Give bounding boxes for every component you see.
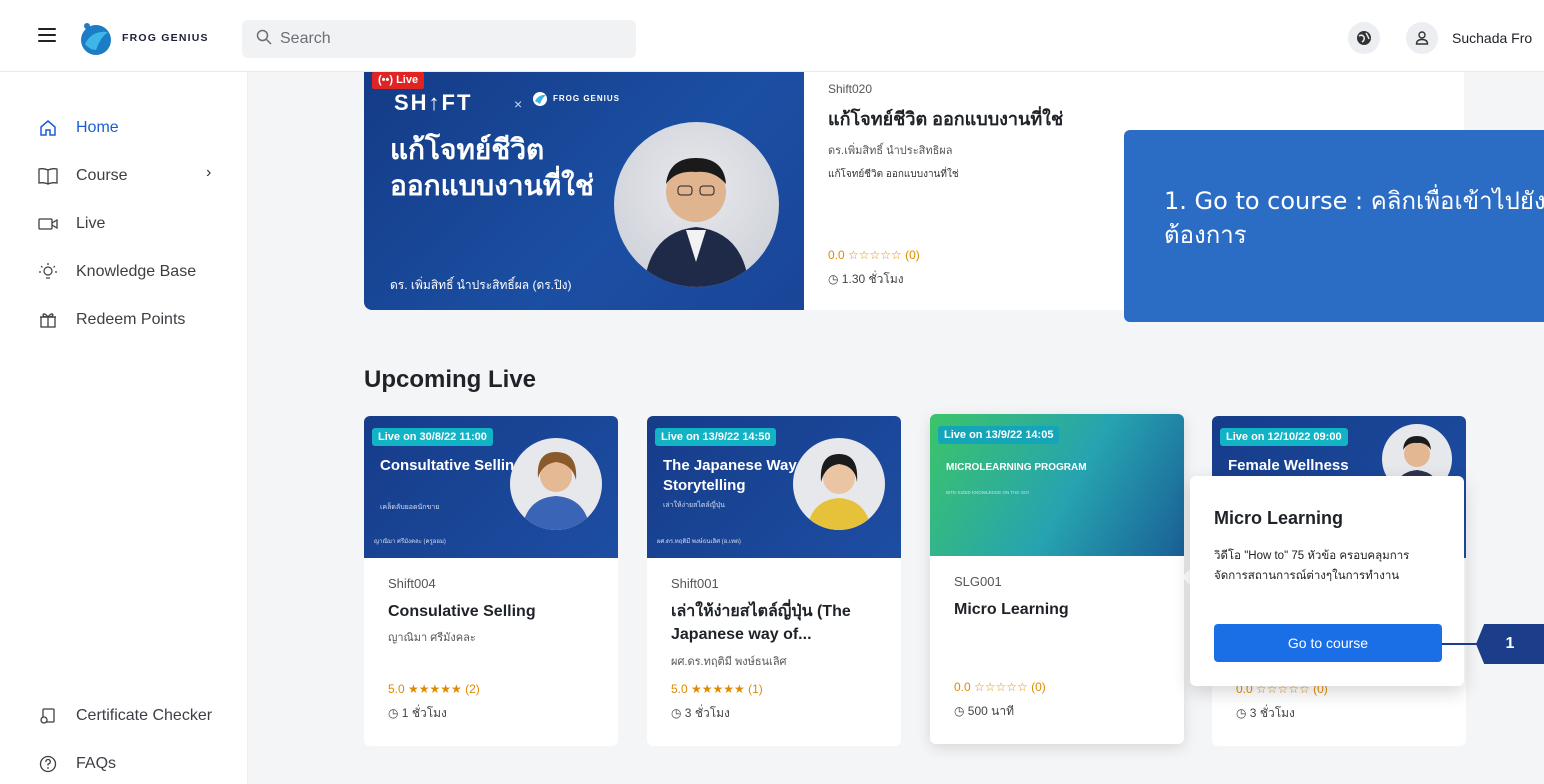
logo[interactable]: FROG GENIUS [78, 20, 209, 56]
step-badge: 1 [1476, 624, 1544, 664]
language-button[interactable] [1348, 22, 1380, 54]
user-icon [1415, 31, 1429, 45]
menu-icon[interactable] [38, 28, 56, 42]
course-duration: ◷ 1 ชั่วโมง [388, 706, 447, 720]
speaker-photo [614, 122, 779, 287]
book-icon [38, 166, 58, 186]
course-duration: ◷ 3 ชั่วโมง [1236, 706, 1295, 720]
card-banner: Live on 30/8/22 11:00 Consultative Selli… [364, 416, 618, 558]
search-placeholder: Search [280, 30, 331, 47]
user-name[interactable]: Suchada Fro [1452, 30, 1532, 46]
brand-name: FROG GENIUS [122, 32, 209, 44]
course-rating: 0.0 ☆☆☆☆☆ (0) [828, 248, 920, 262]
sidebar-item-certificate-checker[interactable]: Certificate Checker [38, 706, 212, 726]
sidebar-item-label: Course [76, 167, 128, 184]
globe-icon [1357, 31, 1371, 45]
sidebar-item-label: Redeem Points [76, 311, 186, 328]
live-course-card[interactable]: Live on 13/9/22 14:50 The Japanese Way o… [647, 416, 901, 746]
certificate-icon [38, 706, 58, 726]
live-date-badge: Live on 13/9/22 14:05 [938, 426, 1060, 444]
top-bar: FROG GENIUS Search Suchada Fro [0, 0, 1544, 72]
featured-details: Shift020 แก้โจทย์ชีวิต ออกแบบงานที่ใช่ ด… [828, 82, 1063, 182]
live-course-card[interactable]: Live on 13/9/22 14:05 MICROLEARNING PROG… [930, 414, 1184, 744]
live-date-badge: Live on 13/9/22 14:50 [655, 428, 777, 446]
popover-title: Micro Learning [1214, 508, 1344, 528]
banner-speaker-name: ผศ.ดร.ทฤติมี พงษ์ธนเลิศ (อ.เทต) [657, 539, 741, 545]
featured-banner: (••) Live SH↑FT × FROG GENIUS แก้โจทย์ชี… [364, 72, 804, 310]
search-icon [256, 29, 272, 50]
course-duration: ◷ 3 ชั่วโมง [671, 706, 730, 720]
banner-subtitle: BITE-SIZED KNOWLEDGE ON THE GO! [946, 490, 1029, 495]
sidebar-item-label: Home [76, 119, 119, 136]
gift-icon [38, 310, 58, 330]
banner-separator: × [514, 96, 523, 112]
course-author: ญาณิมา ศรีมังคละ [388, 632, 476, 644]
live-course-card[interactable]: Live on 30/8/22 11:00 Consultative Selli… [364, 416, 618, 746]
course-title: Consulative Selling [388, 603, 536, 620]
course-title: Micro Learning [954, 601, 1069, 618]
banner-speaker-name: ดร. เพิ่มสิทธิ์ นำประสิทธิ์ผล (ดร.ปิง) [390, 278, 572, 292]
card-banner: Live on 13/9/22 14:05 MICROLEARNING PROG… [930, 414, 1184, 556]
search-input[interactable]: Search [242, 20, 636, 58]
banner-title: MICROLEARNING PROGRAM [946, 462, 1087, 473]
live-date-badge: Live on 30/8/22 11:00 [372, 428, 493, 446]
course-description: แก้โจทย์ชีวิต ออกแบบงานที่ใช่ [828, 169, 959, 180]
banner-title: Consultative Selling [380, 457, 524, 474]
question-icon [38, 754, 58, 774]
guide-tooltip-text: 1. Go to course : คลิกเพื่อเข้าไปยังคอร์… [1164, 187, 1544, 249]
course-code: SLG001 [954, 574, 1002, 589]
user-avatar-button[interactable] [1406, 22, 1438, 54]
chevron-right-icon[interactable]: › [206, 164, 211, 182]
live-date-badge: Live on 12/10/22 09:00 [1220, 428, 1348, 446]
course-rating: 5.0 ★★★★★ (2) [388, 682, 480, 696]
course-author: ดร.เพิ่มสิทธิ์ นำประสิทธิผล [828, 145, 953, 157]
popover-description: วิดีโอ "How to" 75 หัวข้อ ครอบคลุมการจัด… [1214, 550, 1410, 582]
sidebar: Home Course › Live Knowledge Base Redeem… [0, 72, 248, 784]
speaker-photo [793, 438, 885, 530]
course-popover: Micro Learning วิดีโอ "How to" 75 หัวข้อ… [1190, 476, 1464, 686]
course-title: เล่าให้ง่ายสไตล์ญี่ปุ่น (The Japanese wa… [671, 603, 851, 643]
course-title: แก้โจทย์ชีวิต ออกแบบงานที่ใช่ [828, 109, 1064, 129]
sidebar-item-home[interactable]: Home [38, 118, 119, 138]
course-duration: ◷ 500 นาที [954, 704, 1015, 718]
course-rating: 5.0 ★★★★★ (1) [671, 682, 763, 696]
sidebar-item-knowledge-base[interactable]: Knowledge Base [38, 262, 196, 282]
sidebar-item-faqs[interactable]: FAQs [38, 754, 116, 774]
sidebar-item-label: Live [76, 215, 106, 232]
lightbulb-icon [38, 262, 58, 282]
shift-logo: SH↑FT [394, 90, 473, 115]
section-title: Upcoming Live [364, 366, 537, 393]
sidebar-item-redeem-points[interactable]: Redeem Points [38, 310, 185, 330]
sidebar-item-label: FAQs [76, 755, 117, 772]
sidebar-item-label: Certificate Checker [76, 707, 213, 724]
banner-speaker-name: ญาณิมา ศรีมังคละ (ครูออม) [374, 539, 446, 545]
course-author: ผศ.ดร.ทฤติมี พงษ์ธนเลิศ [671, 656, 787, 668]
course-code: Shift020 [828, 82, 873, 96]
banner-subtitle: เคล็ดลับยอดนักขาย [380, 504, 440, 511]
home-icon [38, 118, 58, 138]
sidebar-item-live[interactable]: Live [38, 214, 105, 234]
live-badge: (••) Live [372, 72, 425, 89]
banner-subtitle: เล่าให้ง่ายสไตล์ญี่ปุ่น [663, 502, 725, 509]
speaker-photo [510, 438, 602, 530]
sidebar-item-label: Knowledge Base [76, 263, 197, 280]
video-icon [38, 214, 58, 234]
course-code: Shift004 [388, 576, 436, 591]
course-rating: 0.0 ☆☆☆☆☆ (0) [954, 680, 1046, 694]
course-duration: ◷ 1.30 ชั่วโมง [828, 272, 904, 286]
sidebar-item-course[interactable]: Course [38, 166, 128, 186]
card-banner: Live on 13/9/22 14:50 The Japanese Way o… [647, 416, 901, 558]
banner-partner-logo: FROG GENIUS [532, 90, 620, 106]
frog-logo-icon [533, 92, 547, 106]
frog-logo-icon [78, 20, 114, 56]
course-code: Shift001 [671, 576, 719, 591]
go-to-course-button[interactable]: Go to course [1214, 624, 1442, 662]
banner-title: แก้โจทย์ชีวิต ออกแบบงานที่ใช่ [390, 134, 594, 201]
banner-title: Female Wellness [1228, 457, 1349, 474]
